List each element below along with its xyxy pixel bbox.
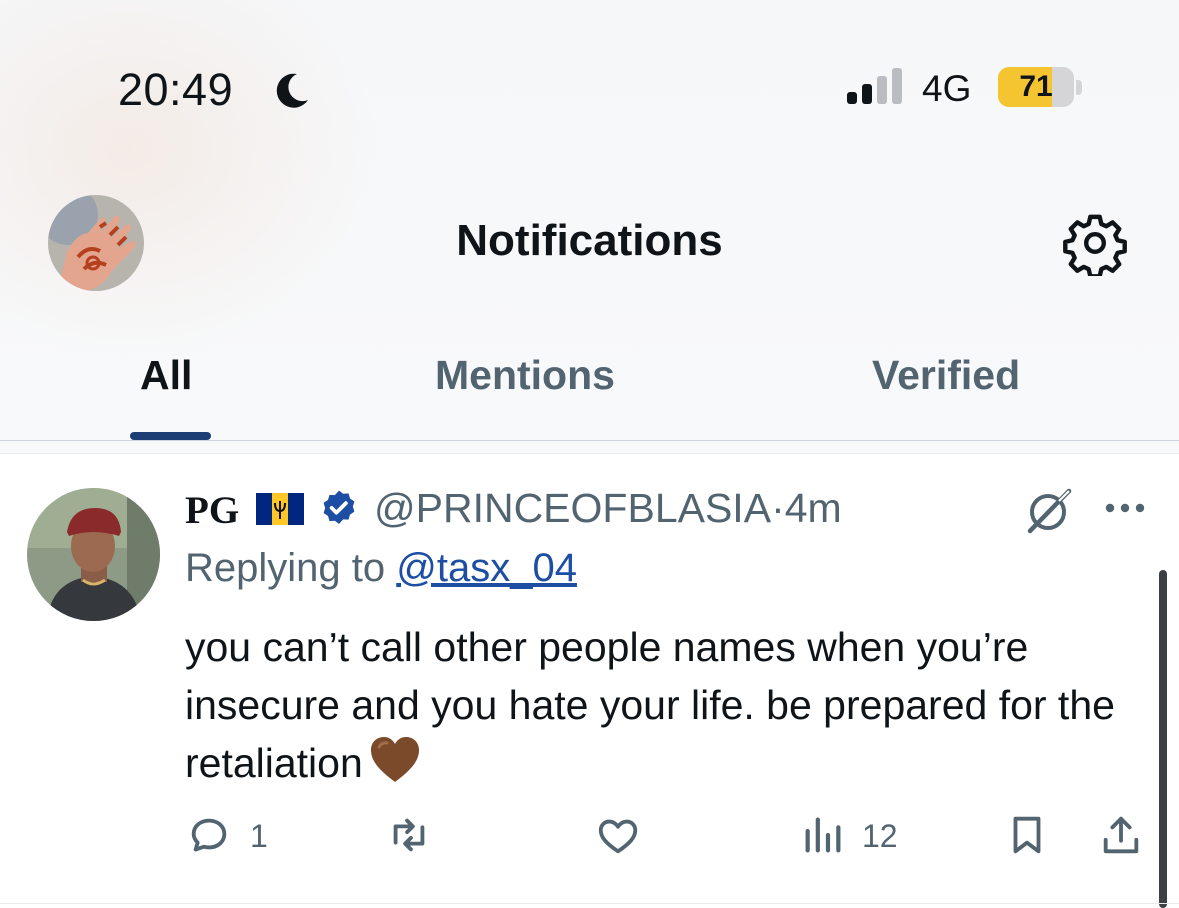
tweet-time: 4m — [784, 485, 842, 531]
reply-count: 1 — [250, 818, 268, 854]
active-tab-indicator — [130, 432, 211, 440]
replying-context: Replying to @tasx_04 — [185, 546, 577, 590]
retweet-icon — [393, 818, 425, 852]
tab-mentions[interactable]: Mentions — [435, 352, 615, 399]
grok-icon[interactable] — [1024, 485, 1074, 535]
gear-icon[interactable] — [1062, 210, 1128, 276]
tab-verified[interactable]: Verified — [872, 352, 1020, 399]
verified-badge-icon — [323, 490, 355, 524]
tweet-divider — [0, 903, 1179, 904]
like-button[interactable] — [595, 812, 641, 862]
battery-indicator: 71 — [998, 67, 1084, 109]
signal-strength-icon — [847, 68, 902, 104]
author-avatar[interactable] — [27, 488, 160, 621]
views-button[interactable]: 12 — [800, 812, 898, 862]
tweet-text: you can’t call other people names when y… — [185, 624, 1115, 786]
scrollbar[interactable] — [1159, 570, 1167, 908]
more-options-icon[interactable] — [1102, 495, 1148, 521]
battery-nub — [1076, 80, 1082, 95]
share-button[interactable] — [1098, 812, 1144, 862]
barbados-flag-icon — [256, 493, 304, 525]
author-handle[interactable]: @PRINCEOFBLASIA·4m — [374, 485, 842, 532]
section-gap — [0, 441, 1179, 454]
network-type: 4G — [922, 68, 972, 109]
moon-icon — [276, 73, 308, 108]
retweet-button[interactable] — [386, 812, 432, 862]
status-time: 20:49 — [118, 64, 234, 115]
bookmark-icon — [1013, 816, 1041, 854]
bookmark-button[interactable] — [1004, 812, 1050, 862]
brown-heart-icon — [370, 737, 419, 782]
battery-level: 71 — [1019, 70, 1053, 103]
view-count: 12 — [862, 818, 898, 854]
author-name[interactable]: PG — [185, 488, 239, 533]
tab-all[interactable]: All — [140, 352, 192, 399]
views-icon — [805, 817, 841, 853]
share-icon — [1103, 816, 1139, 854]
heart-icon — [598, 819, 638, 854]
page-title: Notifications — [456, 216, 723, 265]
meta-separator: · — [771, 485, 785, 531]
reply-button[interactable]: 1 — [186, 812, 268, 862]
reply-icon — [191, 818, 227, 852]
reply-target-link[interactable]: @tasx_04 — [396, 546, 577, 590]
